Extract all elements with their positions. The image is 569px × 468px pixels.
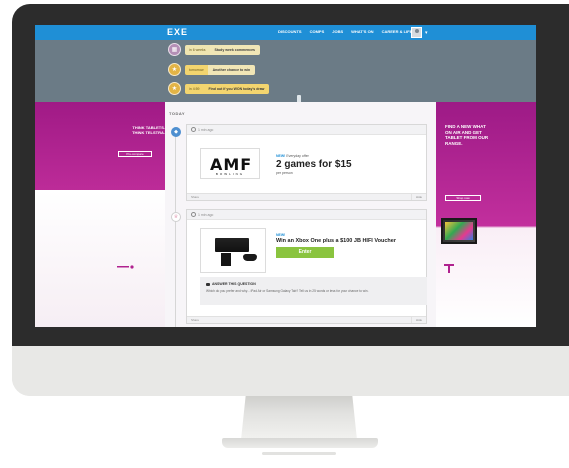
tablet-image — [441, 218, 477, 244]
monitor-mockup: EXE DISCOUNTS COMPS JOBS WHAT'S ON CAREE… — [0, 0, 569, 468]
telstra-logo — [444, 264, 454, 273]
tag-icon: ◆ — [171, 127, 181, 137]
nav-menu: DISCOUNTS COMPS JOBS WHAT'S ON CAREER & … — [278, 29, 412, 34]
nav-item-discounts[interactable]: DISCOUNTS — [278, 29, 302, 34]
reminder-item[interactable]: ▦ in 6 weeks Study week commences — [168, 43, 261, 56]
reminder-text: Find out if you WON today's draw — [203, 83, 270, 94]
site-logo[interactable]: EXE — [167, 27, 188, 37]
question-box: ANSWER THIS QUESTION Which do you prefer… — [200, 277, 427, 305]
trophy-icon: ★ — [168, 82, 181, 95]
nav-item-jobs[interactable]: JOBS — [332, 29, 343, 34]
left-ad-text: THINK TABLETS. THINK TELSTRA. — [132, 125, 165, 135]
trophy-icon: ♕ — [171, 212, 181, 222]
calendar-icon: ▦ — [168, 43, 181, 56]
reminder-item[interactable]: ★ tomorrow Another chance to win — [168, 63, 256, 76]
trophy-icon: ★ — [168, 63, 181, 76]
xbox-console — [215, 238, 249, 252]
reminder-pill: tomorrow Another chance to win — [185, 64, 256, 75]
reminder-pill: in 4:59 Find out if you WON today's draw — [185, 83, 270, 94]
offer-title[interactable]: 2 games for $15 — [276, 159, 352, 170]
question-header: ANSWER THIS QUESTION — [206, 282, 256, 286]
monitor-chin — [12, 346, 569, 396]
reminder-text: Another chance to win — [207, 64, 256, 75]
xbox-controller — [243, 254, 257, 261]
clock-icon — [191, 127, 196, 132]
nav-item-comps[interactable]: COMPS — [310, 29, 325, 34]
card-header: 1 min ago — [187, 210, 426, 220]
monitor-stand — [241, 396, 357, 440]
chevron-down-icon[interactable]: ▾ — [425, 30, 428, 36]
screen: EXE DISCOUNTS COMPS JOBS WHAT'S ON CAREE… — [35, 25, 536, 327]
post-time: 1 min ago — [198, 212, 214, 217]
card-footer: Share Hide — [187, 316, 426, 323]
timeline-line — [175, 129, 176, 327]
right-ad-button[interactable]: Shop now — [445, 195, 481, 201]
share-button[interactable]: Share — [191, 318, 199, 322]
reminder-time: in 4:59 — [185, 83, 204, 94]
reminder-pill: in 6 weeks Study week commences — [185, 44, 261, 55]
xbox-image[interactable] — [200, 228, 266, 273]
left-ad-button[interactable]: Pre-compare — [118, 151, 152, 157]
reminder-text: Study week commences — [209, 44, 261, 55]
user-avatar[interactable] — [411, 27, 422, 38]
post-time: 1 min ago — [198, 127, 214, 132]
offer-subtitle: per person — [276, 171, 293, 175]
nav-item-career-life[interactable]: CAREER & LIFE — [382, 29, 413, 34]
top-nav: EXE DISCOUNTS COMPS JOBS WHAT'S ON CAREE… — [35, 25, 536, 40]
amf-bowling-logo[interactable]: AMF BOWLING — [200, 148, 260, 179]
reminders-band: ▦ in 6 weeks Study week commences ★ tomo… — [35, 40, 536, 102]
reminder-time: in 6 weeks — [185, 44, 210, 55]
left-ad-lower — [35, 190, 165, 327]
speech-bubble-icon — [206, 282, 210, 286]
clock-icon — [191, 212, 196, 217]
reminder-item[interactable]: ★ in 4:59 Find out if you WON today's dr… — [168, 82, 270, 95]
nav-item-whats-on[interactable]: WHAT'S ON — [351, 29, 373, 34]
xbox-tower — [221, 253, 231, 266]
today-label: TODAY — [169, 111, 186, 116]
reminder-time: tomorrow — [185, 64, 208, 75]
hide-button[interactable]: Hide — [411, 317, 426, 323]
offer-card[interactable]: 1 min ago AMF BOWLING NEW! Everyday offe… — [186, 124, 427, 201]
monitor-stand-base — [222, 438, 378, 448]
right-ad-text: FIND A NEW WHAT ON AIR AND GET TABLET FR… — [445, 124, 489, 146]
offer-tag: NEW! Everyday offer — [276, 154, 309, 158]
hide-button[interactable]: Hide — [411, 194, 426, 200]
competition-card[interactable]: 1 min ago NEW! Win an Xbox One plus a $1… — [186, 209, 427, 324]
new-tag: NEW! — [276, 233, 286, 237]
competition-title[interactable]: Win an Xbox One plus a $100 JB HIFI Vouc… — [276, 238, 396, 244]
card-footer: Share Hide — [187, 193, 426, 200]
brand-sub-text: BOWLING — [215, 172, 245, 176]
stand-shadow — [262, 452, 336, 455]
enter-button[interactable]: Enter — [276, 247, 334, 258]
card-header: 1 min ago — [187, 125, 426, 135]
telstra-logo — [117, 265, 134, 269]
question-text: Which do you prefer and why... iPad Air … — [206, 289, 369, 293]
share-button[interactable]: Share — [191, 195, 199, 199]
